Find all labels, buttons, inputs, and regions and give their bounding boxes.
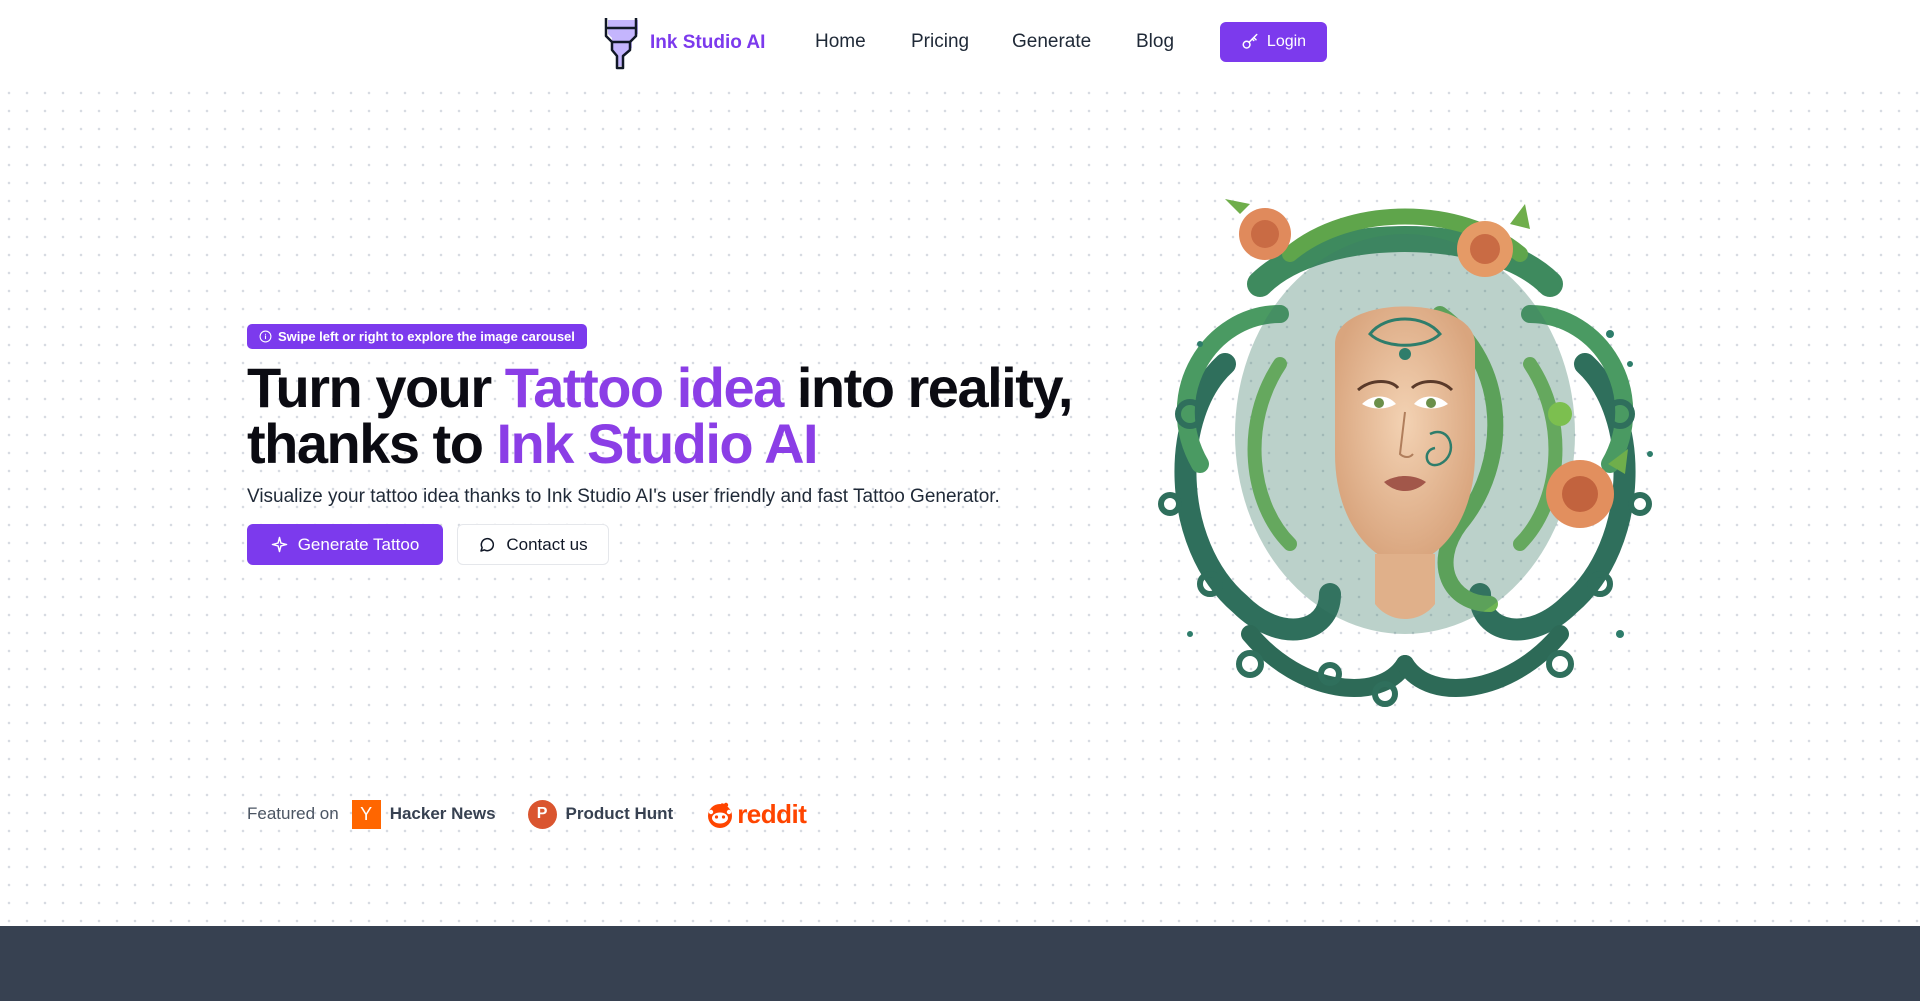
hero-headline: Turn your Tattoo idea into reality, than… <box>247 360 1147 472</box>
chat-bubble-icon <box>480 537 495 552</box>
ink-machine-logo-icon <box>604 18 638 70</box>
headline-accent-brand: Ink Studio AI <box>496 412 818 475</box>
info-icon <box>259 330 272 343</box>
nav-generate[interactable]: Generate <box>1012 30 1091 54</box>
featured-hacker-news-link[interactable]: Y Hacker News <box>351 799 496 829</box>
featured-on-row: Featured on Y Hacker News P Product Hunt <box>247 796 838 832</box>
featured-label: Featured on <box>247 804 339 823</box>
hero-subtext: Visualize your tattoo idea thanks to Ink… <box>247 486 1000 507</box>
brand-logo-link[interactable]: Ink Studio AI <box>602 16 765 70</box>
badge-text: Swipe left or right to explore the image… <box>278 329 575 344</box>
reddit-wordmark: reddit <box>737 798 807 829</box>
hero-section: Swipe left or right to explore the image… <box>0 84 1920 926</box>
featured-product-hunt-link[interactable]: P Product Hunt <box>527 799 674 829</box>
next-section-band <box>0 926 1920 1001</box>
reddit-icon <box>705 799 735 829</box>
contact-us-label: Contact us <box>506 534 588 554</box>
hacker-news-icon: Y <box>351 799 381 829</box>
site-header: Ink Studio AI Home Pricing Generate Blog… <box>0 0 1920 84</box>
hacker-news-label: Hacker News <box>389 804 496 823</box>
headline-part1: Turn your <box>247 356 505 419</box>
featured-reddit-link[interactable]: reddit <box>705 798 807 830</box>
login-button[interactable]: Login <box>1220 22 1327 62</box>
login-label: Login <box>1266 33 1307 50</box>
carousel-hint-badge: Swipe left or right to explore the image… <box>247 324 587 349</box>
nav-pricing[interactable]: Pricing <box>911 30 969 54</box>
generate-tattoo-button[interactable]: Generate Tattoo <box>247 524 443 565</box>
sparkle-icon <box>271 536 287 553</box>
generate-tattoo-label: Generate Tattoo <box>297 534 420 554</box>
headline-accent-tattoo-idea: Tattoo idea <box>504 356 785 419</box>
key-icon <box>1242 33 1258 49</box>
contact-us-button[interactable]: Contact us <box>457 524 609 565</box>
product-hunt-label: Product Hunt <box>565 804 674 823</box>
product-hunt-icon: P <box>527 799 557 829</box>
nav-blog[interactable]: Blog <box>1136 30 1174 54</box>
nav-home[interactable]: Home <box>815 30 866 54</box>
brand-name: Ink Studio AI <box>650 32 766 53</box>
medusa-tattoo-illustration <box>1158 199 1653 707</box>
